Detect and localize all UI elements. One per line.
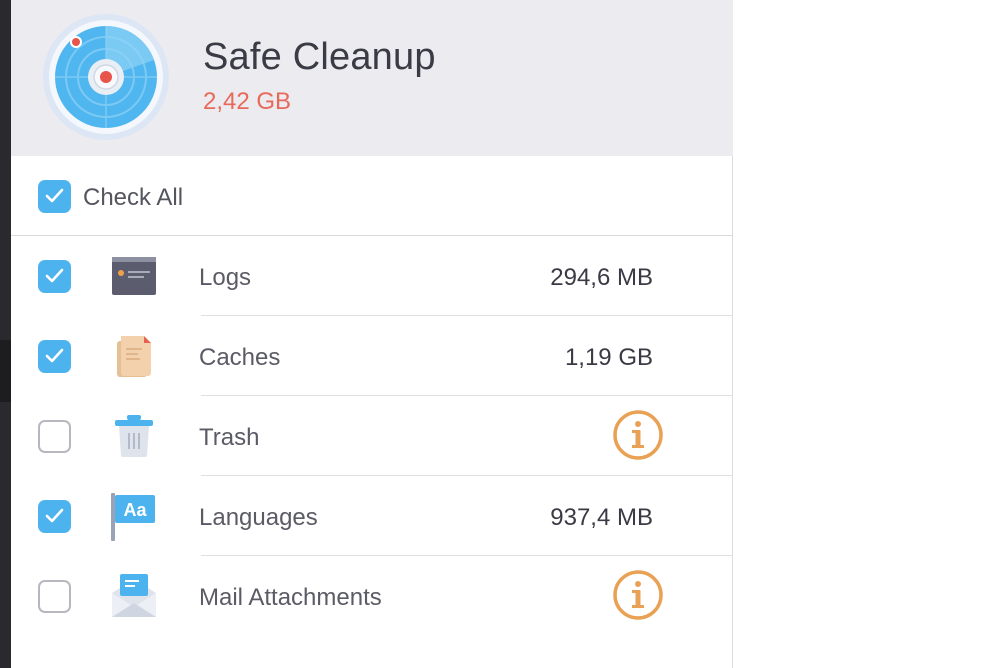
item-label: Languages xyxy=(199,504,318,531)
list-item[interactable]: Mail Attachments xyxy=(11,556,733,636)
item-label: Logs xyxy=(199,264,252,291)
trash-checkbox[interactable] xyxy=(38,420,71,453)
svg-text:Aa: Aa xyxy=(123,500,147,520)
languages-flag-icon: Aa xyxy=(111,493,157,541)
page-title: Safe Cleanup xyxy=(203,36,436,78)
trash-icon xyxy=(111,413,157,459)
check-all-checkbox[interactable] xyxy=(38,180,71,213)
safe-cleanup-panel: Safe Cleanup 2,42 GB Check All Logs 294,… xyxy=(11,0,733,668)
check-all-label: Check All xyxy=(83,184,184,211)
info-icon[interactable] xyxy=(612,569,664,621)
window-edge-band xyxy=(0,340,11,402)
mail-attachment-icon xyxy=(111,573,157,619)
mail-attachments-checkbox[interactable] xyxy=(38,580,71,613)
radar-scan-icon xyxy=(41,12,171,142)
list-item[interactable]: Logs 294,6 MB xyxy=(11,236,733,316)
list-item[interactable]: Trash xyxy=(11,396,733,476)
item-size: 937,4 MB xyxy=(550,504,653,531)
logs-card-icon xyxy=(111,253,157,299)
cache-documents-icon xyxy=(111,333,157,379)
item-size: 294,6 MB xyxy=(550,264,653,291)
info-icon[interactable] xyxy=(612,409,664,461)
list-item[interactable]: Aa Languages 937,4 MB xyxy=(11,476,733,556)
languages-checkbox[interactable] xyxy=(38,500,71,533)
total-size: 2,42 GB xyxy=(203,88,292,115)
logs-checkbox[interactable] xyxy=(38,260,71,293)
list-item[interactable]: Caches 1,19 GB xyxy=(11,316,733,396)
check-all-row[interactable]: Check All xyxy=(11,156,733,236)
item-size: 1,19 GB xyxy=(564,344,653,371)
item-label: Mail Attachments xyxy=(199,584,382,611)
caches-checkbox[interactable] xyxy=(38,340,71,373)
item-label: Trash xyxy=(199,424,260,451)
panel-header: Safe Cleanup 2,42 GB xyxy=(11,0,733,156)
item-label: Caches xyxy=(199,344,281,371)
window-edge-strip xyxy=(0,0,11,668)
